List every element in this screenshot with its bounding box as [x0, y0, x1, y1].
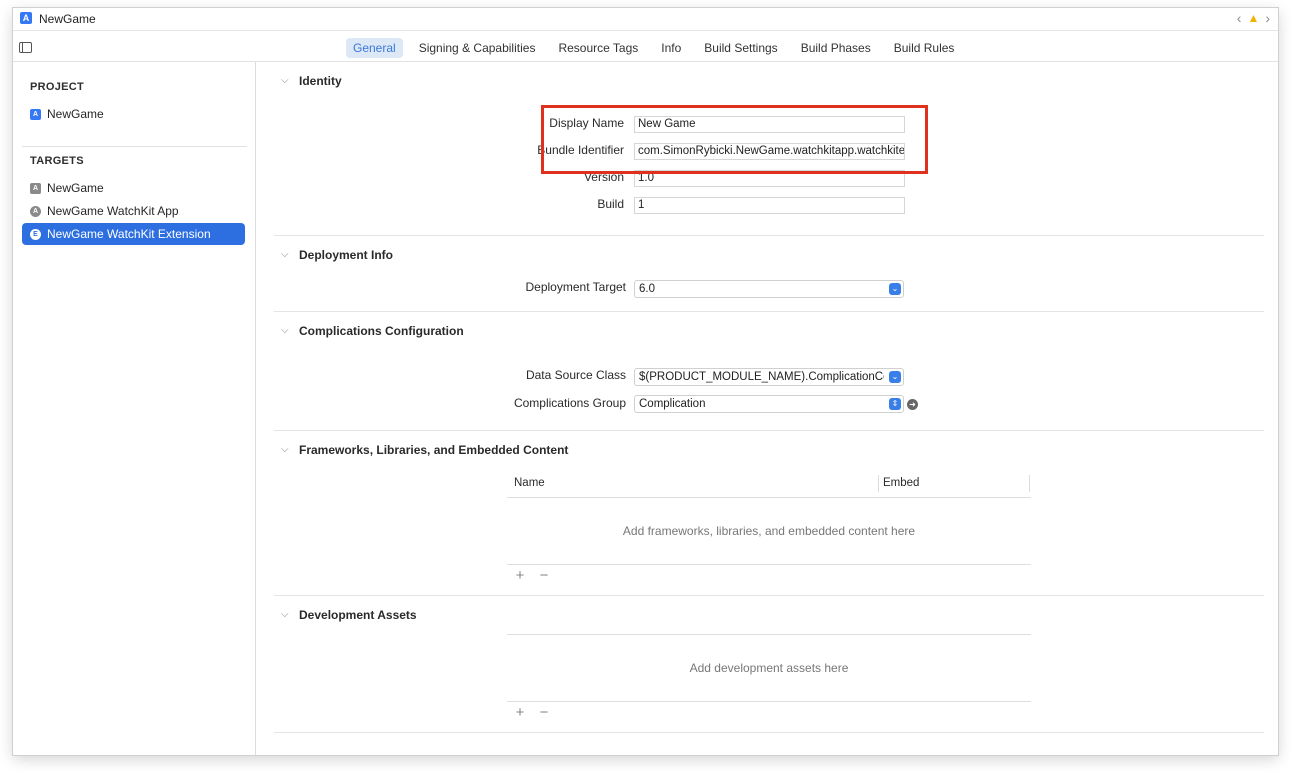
column-separator	[878, 475, 879, 492]
table-footer-divider	[507, 564, 1031, 565]
sidebar-divider	[22, 146, 247, 147]
build-label: Build	[597, 197, 624, 211]
add-dev-asset-button[interactable]: +	[514, 704, 526, 721]
deployment-target-value: 6.0	[639, 283, 655, 295]
frameworks-empty-message: Add frameworks, libraries, and embedded …	[622, 524, 916, 538]
chevron-down-icon[interactable]: ⌵	[281, 444, 289, 455]
remove-dev-asset-button[interactable]: −	[538, 704, 550, 721]
deployment-target-popup[interactable]: 6.0 ⌄	[634, 280, 904, 298]
xcode-window: A NewGame ‹ ▲ › General Signing & Capabi…	[13, 8, 1278, 755]
project-navigator: PROJECT A NewGame TARGETS A NewGame A Ne…	[13, 62, 256, 755]
warning-icon[interactable]: ▲	[1247, 11, 1259, 25]
remove-framework-button[interactable]: −	[538, 567, 550, 584]
deployment-target-label: Deployment Target	[525, 280, 627, 294]
section-dev-assets-title[interactable]: Development Assets	[299, 608, 417, 622]
frameworks-add-remove: + −	[514, 567, 550, 584]
table-header-divider	[507, 497, 1031, 498]
sidebar-item-label: NewGame WatchKit Extension	[47, 227, 211, 241]
column-separator	[1029, 475, 1030, 492]
chevron-down-icon[interactable]: ⌵	[281, 609, 289, 620]
project-icon: A	[30, 108, 41, 120]
section-divider	[274, 235, 1264, 236]
complications-group-popup[interactable]: Complication ⇕	[634, 395, 904, 413]
section-frameworks-title[interactable]: Frameworks, Libraries, and Embedded Cont…	[299, 443, 568, 457]
chevron-down-icon[interactable]: ⌵	[281, 75, 289, 86]
tab-build-settings[interactable]: Build Settings	[697, 38, 784, 58]
editor-tab-bar: General Signing & Capabilities Resource …	[13, 31, 1278, 62]
window-title: NewGame	[39, 12, 96, 26]
dev-assets-empty-message: Add development assets here	[689, 661, 849, 675]
table-header-divider	[507, 634, 1031, 635]
back-arrow-icon[interactable]: ‹	[1237, 10, 1242, 26]
section-divider	[274, 595, 1264, 596]
app-target-icon: A	[30, 182, 41, 194]
sidebar-item-newgame-target[interactable]: A NewGame	[22, 177, 245, 199]
chevron-down-icon: ⌄	[889, 283, 901, 295]
tab-general[interactable]: General	[346, 38, 403, 58]
sidebar-item-watchkit-app[interactable]: A NewGame WatchKit App	[22, 200, 245, 222]
general-settings-pane: ⌵ Identity Display Name Bundle Identifie…	[256, 62, 1278, 755]
sidebar-toggle-icon[interactable]	[19, 42, 32, 53]
tab-info[interactable]: Info	[654, 38, 688, 58]
highlight-annotation-box	[541, 105, 928, 174]
tab-signing-capabilities[interactable]: Signing & Capabilities	[412, 38, 543, 58]
section-complications-title[interactable]: Complications Configuration	[299, 324, 464, 338]
title-bar: A NewGame ‹ ▲ ›	[13, 8, 1278, 31]
data-source-class-label: Data Source Class	[525, 368, 626, 382]
up-down-chevron-icon: ⇕	[889, 398, 901, 410]
watchkit-app-icon: A	[30, 205, 41, 217]
section-identity-title[interactable]: Identity	[299, 74, 342, 88]
project-icon: A	[20, 12, 32, 24]
chevron-down-icon: ⌄	[889, 371, 901, 383]
targets-header: TARGETS	[30, 155, 84, 167]
tab-build-rules[interactable]: Build Rules	[887, 38, 962, 58]
section-divider	[274, 430, 1264, 431]
sidebar-item-project[interactable]: A NewGame	[22, 103, 245, 125]
complications-group-label: Complications Group	[513, 396, 626, 410]
chevron-down-icon[interactable]: ⌵	[281, 249, 289, 260]
tab-resource-tags[interactable]: Resource Tags	[551, 38, 645, 58]
go-to-arrow-icon[interactable]: ➜	[907, 399, 918, 410]
navigation-controls: ‹ ▲ ›	[1237, 10, 1270, 26]
section-divider	[274, 311, 1264, 312]
project-header: PROJECT	[30, 81, 85, 93]
data-source-class-value: $(PRODUCT_MODULE_NAME).ComplicationContr…	[639, 371, 884, 383]
tabs: General Signing & Capabilities Resource …	[346, 38, 970, 58]
sidebar-item-label: NewGame WatchKit App	[47, 204, 179, 218]
extension-icon: E	[30, 228, 41, 240]
add-framework-button[interactable]: +	[514, 567, 526, 584]
column-header-name[interactable]: Name	[514, 477, 545, 489]
sidebar-item-watchkit-extension[interactable]: E NewGame WatchKit Extension	[22, 223, 245, 245]
forward-arrow-icon[interactable]: ›	[1265, 10, 1270, 26]
section-divider	[274, 732, 1264, 733]
tab-build-phases[interactable]: Build Phases	[794, 38, 878, 58]
chevron-down-icon[interactable]: ⌵	[281, 325, 289, 336]
sidebar-item-label: NewGame	[47, 181, 104, 195]
column-header-embed[interactable]: Embed	[883, 477, 919, 489]
complications-group-value: Complication	[639, 398, 706, 410]
dev-assets-add-remove: + −	[514, 704, 550, 721]
table-footer-divider	[507, 701, 1031, 702]
section-deployment-title[interactable]: Deployment Info	[299, 248, 393, 262]
build-field[interactable]	[634, 197, 905, 214]
data-source-class-combo[interactable]: $(PRODUCT_MODULE_NAME).ComplicationContr…	[634, 368, 904, 386]
sidebar-item-label: NewGame	[47, 107, 104, 121]
